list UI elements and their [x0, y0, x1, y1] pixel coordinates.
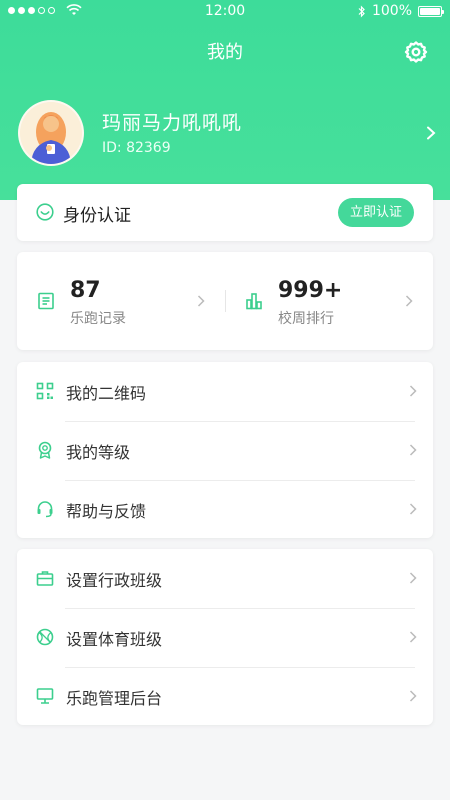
basketball-icon [36, 628, 54, 646]
menu-item-label: 乐跑管理后台 [66, 689, 163, 708]
profile-name: 玛丽马力吼吼吼 [102, 112, 243, 134]
chevron-right-icon [405, 295, 413, 307]
avatar-illustration [20, 102, 82, 164]
chevron-right-icon [409, 631, 417, 643]
chevron-right-icon [409, 444, 417, 456]
profile-id: ID: 82369 [102, 140, 171, 156]
chevron-right-icon [409, 690, 417, 702]
battery-icon [418, 5, 444, 17]
briefcase-icon [36, 571, 54, 586]
menu-item-label: 帮助与反馈 [66, 502, 147, 521]
menu-item-qr-code[interactable]: 我的二维码 [17, 362, 433, 421]
menu-item-label: 设置行政班级 [66, 571, 163, 590]
status-bar: 12:00 100% [0, 0, 450, 24]
identity-verification-card: 身份认证 立即认证 [17, 184, 433, 241]
document-icon [38, 292, 54, 310]
menu-item-help-feedback[interactable]: 帮助与反馈 [17, 480, 433, 538]
chevron-right-icon [409, 503, 417, 515]
menu-item-admin-class[interactable]: 设置行政班级 [17, 549, 433, 608]
menu-item-label: 我的二维码 [66, 384, 147, 403]
bar-chart-icon [246, 293, 262, 310]
chevron-right-icon [409, 572, 417, 584]
qr-code-icon [36, 382, 54, 400]
avatar[interactable] [18, 100, 84, 166]
gear-icon[interactable] [404, 40, 428, 64]
menu-group-settings: 设置行政班级 设置体育班级 乐跑管理后台 [17, 549, 433, 725]
stat-value: 999+ [278, 278, 343, 303]
identity-verification-label: 身份认证 [63, 206, 131, 226]
stat-label: 校周排行 [278, 311, 334, 327]
bluetooth-icon [358, 5, 365, 17]
chevron-right-icon [197, 295, 205, 307]
medal-icon [38, 441, 52, 459]
page-title: 我的 [207, 42, 243, 63]
verify-now-button[interactable]: 立即认证 [338, 198, 414, 227]
menu-item-admin-backend[interactable]: 乐跑管理后台 [17, 667, 433, 725]
stat-run-records[interactable]: 87 乐跑记录 [17, 252, 225, 350]
menu-item-my-level[interactable]: 我的等级 [17, 421, 433, 480]
menu-item-label: 我的等级 [66, 443, 131, 462]
menu-group-personal: 我的二维码 我的等级 帮助与反馈 [17, 362, 433, 538]
battery-percent: 100% [371, 3, 412, 19]
smile-icon [36, 203, 54, 221]
monitor-icon [36, 688, 54, 704]
stat-label: 乐跑记录 [70, 311, 126, 327]
menu-item-sports-class[interactable]: 设置体育班级 [17, 608, 433, 667]
chevron-right-icon[interactable] [426, 126, 436, 140]
menu-item-label: 设置体育班级 [66, 630, 163, 649]
headset-icon [37, 501, 53, 518]
stat-value: 87 [70, 278, 101, 303]
stats-card: 87 乐跑记录 999+ 校周排行 [17, 252, 433, 350]
chevron-right-icon [409, 385, 417, 397]
profile-header[interactable]: 玛丽马力吼吼吼 ID: 82369 [18, 100, 438, 168]
stat-weekly-ranking[interactable]: 999+ 校周排行 [225, 252, 433, 350]
